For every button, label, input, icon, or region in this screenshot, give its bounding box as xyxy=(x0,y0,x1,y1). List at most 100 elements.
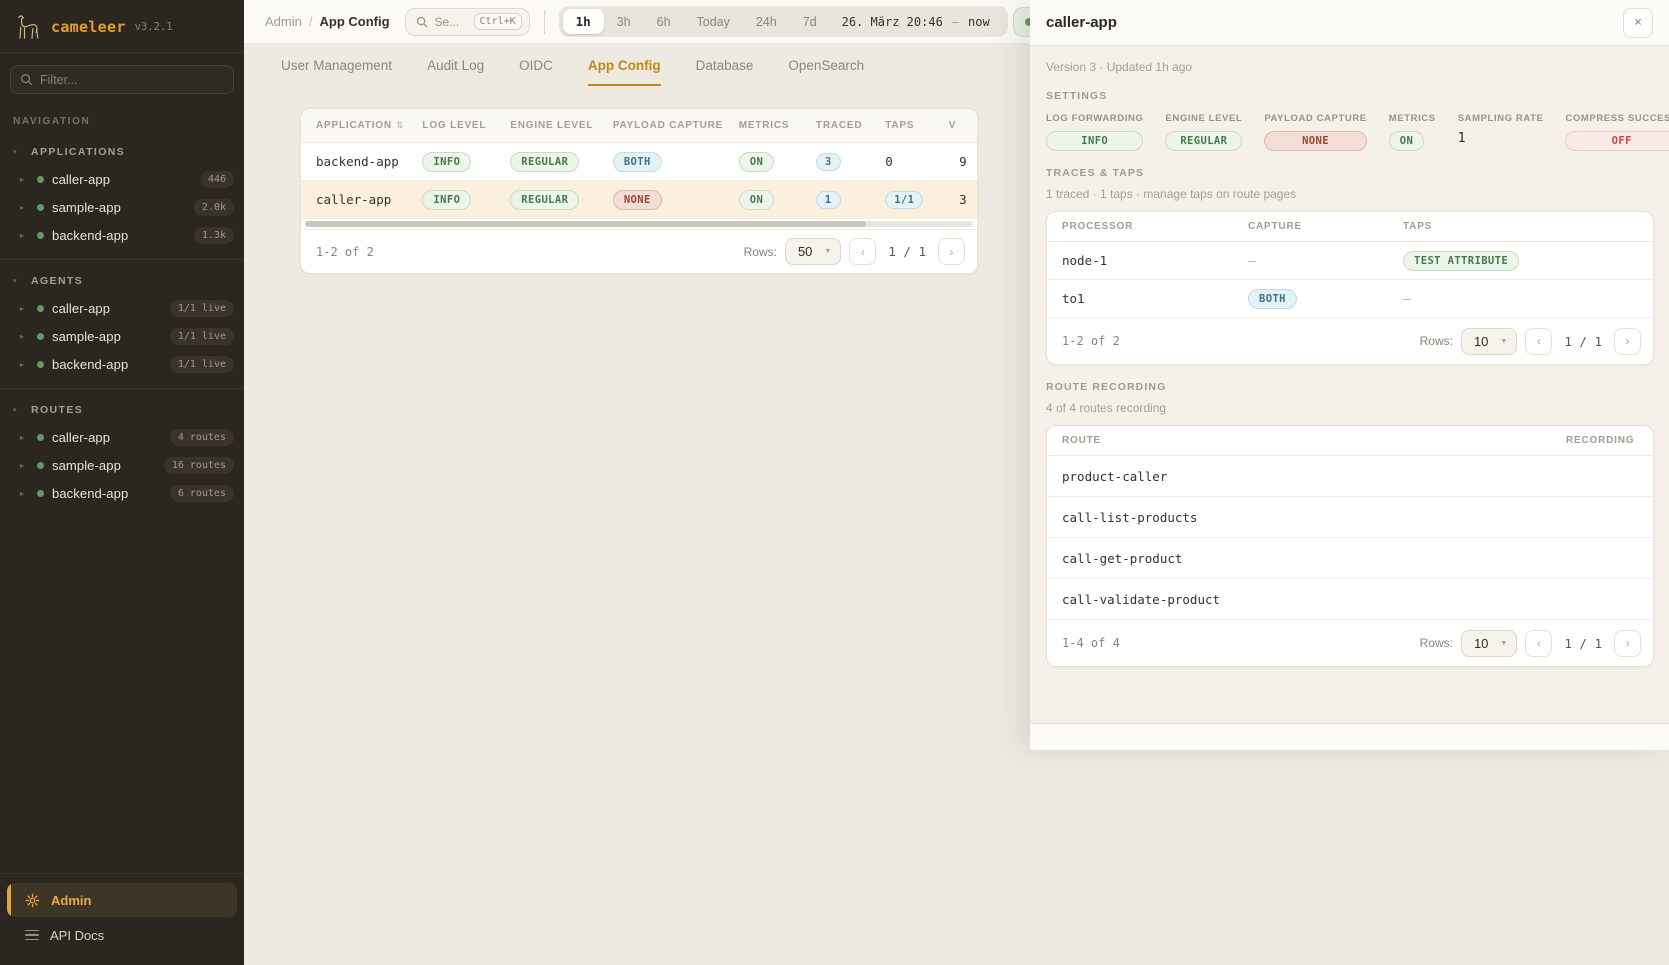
search-input[interactable] xyxy=(435,15,467,29)
table-header-row: PROCESSOR CAPTURE TAPS xyxy=(1047,212,1653,242)
field-compress-success: COMPRESS SUCCESS OFF xyxy=(1565,113,1669,151)
next-page-button[interactable]: › xyxy=(1614,328,1641,355)
rows-per-page-select[interactable]: 50 ▼ xyxy=(785,238,841,265)
sidebar-item-application[interactable]: ▸ caller-app 446 xyxy=(0,165,244,193)
list-icon xyxy=(25,930,39,941)
field-metrics: METRICS ON xyxy=(1389,113,1436,151)
sidebar-item-api-docs[interactable]: API Docs xyxy=(7,919,237,951)
rows-per-page-select[interactable]: 10 ▼ xyxy=(1461,328,1517,355)
prev-page-button[interactable]: ‹ xyxy=(1525,328,1552,355)
sidebar-item-route[interactable]: ▸ sample-app 16 routes xyxy=(0,451,244,479)
search-icon xyxy=(20,73,33,86)
column-header-payload-capture: PAYLOAD CAPTURE xyxy=(613,120,739,131)
routes-badge: 6 routes xyxy=(170,485,234,502)
table-header-row: ROUTE RECORDING xyxy=(1047,426,1653,456)
app-title: cameleer xyxy=(51,18,126,36)
time-range-1h[interactable]: 1h xyxy=(563,9,604,34)
sidebar-item-agent[interactable]: ▸ sample-app 1/1 live xyxy=(0,322,244,350)
chevron-right-icon[interactable]: ▸ xyxy=(20,175,29,184)
chevron-right-icon[interactable]: ▸ xyxy=(20,461,29,470)
horizontal-scrollbar[interactable] xyxy=(305,221,973,227)
table-row-backend-app[interactable]: backend-app INFO REGULAR BOTH ON 3 0 9 xyxy=(301,143,977,181)
table-row-to1[interactable]: to1 BOTH — xyxy=(1047,280,1653,318)
time-display[interactable]: 26. März 20:46 — now xyxy=(830,15,1004,29)
tab-opensearch[interactable]: OpenSearch xyxy=(788,58,864,86)
sidebar-item-application[interactable]: ▸ backend-app 1.3k xyxy=(0,221,244,249)
rows-per-page-select[interactable]: 10 ▼ xyxy=(1461,630,1517,657)
tab-audit-log[interactable]: Audit Log xyxy=(427,58,484,86)
table-row-node-1[interactable]: node-1 — TEST ATTRIBUTE xyxy=(1047,242,1653,280)
route-recording-meta: 4 of 4 routes recording xyxy=(1046,401,1653,415)
time-to: now xyxy=(968,15,990,29)
chevron-right-icon[interactable]: ▸ xyxy=(20,304,29,313)
chevron-right-icon[interactable]: ▸ xyxy=(20,203,29,212)
caret-down-icon: ▾ xyxy=(13,148,21,156)
log-level-badge: INFO xyxy=(422,190,471,210)
tab-database[interactable]: Database xyxy=(696,58,754,86)
chevron-right-icon[interactable]: ▸ xyxy=(20,433,29,442)
traces-table: PROCESSOR CAPTURE TAPS node-1 — TEST ATT… xyxy=(1046,211,1654,365)
drawer-title: caller-app xyxy=(1046,14,1117,31)
route-row-call-validate-product: call-validate-product xyxy=(1047,579,1653,620)
sort-icon[interactable]: ⇅ xyxy=(396,120,404,131)
taps-badge: 1/1 xyxy=(885,191,923,209)
sidebar-item-agent[interactable]: ▸ caller-app 1/1 live xyxy=(0,294,244,322)
time-range-6h[interactable]: 6h xyxy=(644,10,684,34)
sidebar-item-route[interactable]: ▸ caller-app 4 routes xyxy=(0,423,244,451)
chevron-right-icon[interactable]: ▸ xyxy=(20,332,29,341)
next-page-button[interactable]: › xyxy=(938,238,965,265)
breadcrumb-parent[interactable]: Admin xyxy=(265,14,302,29)
time-range-7d[interactable]: 7d xyxy=(790,10,830,34)
prev-page-button[interactable]: ‹ xyxy=(1525,630,1552,657)
time-range-3h[interactable]: 3h xyxy=(604,10,644,34)
tab-app-config[interactable]: App Config xyxy=(588,58,661,86)
nav-section-applications: ▾ APPLICATIONS ▸ caller-app 446 ▸ sample… xyxy=(0,131,244,259)
table-footer: 1-4 of 4 Rows: 10 ▼ ‹ 1 / 1 › xyxy=(1047,620,1653,666)
column-header-application[interactable]: APPLICATION⇅ xyxy=(316,120,422,131)
scrollbar-thumb[interactable] xyxy=(305,221,866,227)
count-badge: 446 xyxy=(200,171,234,188)
sidebar-item-admin[interactable]: Admin xyxy=(7,883,237,917)
time-range-control: 1h 3h 6h Today 24h 7d 26. März 20:46 — n… xyxy=(559,6,1008,37)
status-dot xyxy=(37,490,44,497)
filter-input[interactable] xyxy=(40,73,224,87)
tab-user-management[interactable]: User Management xyxy=(281,58,392,86)
toggle-knob xyxy=(1548,519,1564,535)
row-range-text: 1-2 of 2 xyxy=(1062,334,1120,348)
column-header-log-level: LOG LEVEL xyxy=(422,120,510,131)
live-badge: 1/1 live xyxy=(170,356,234,373)
page-indicator: 1 / 1 xyxy=(888,244,926,259)
status-dot xyxy=(37,333,44,340)
version-meta: Version 3 · Updated 1h ago xyxy=(1046,60,1653,74)
sidebar-item-route[interactable]: ▸ backend-app 6 routes xyxy=(0,479,244,507)
sidebar-filter[interactable] xyxy=(10,65,234,94)
sidebar-footer: Admin API Docs xyxy=(0,873,244,965)
chevron-right-icon[interactable]: ▸ xyxy=(20,231,29,240)
camel-logo-icon xyxy=(12,13,42,40)
next-page-button[interactable]: › xyxy=(1614,630,1641,657)
time-range-24h[interactable]: 24h xyxy=(743,10,790,34)
sidebar-item-application[interactable]: ▸ sample-app 2.0k xyxy=(0,193,244,221)
status-dot xyxy=(37,204,44,211)
section-header-agents[interactable]: ▾ AGENTS xyxy=(0,268,244,294)
column-header-processor: PROCESSOR xyxy=(1062,221,1248,232)
time-range-today[interactable]: Today xyxy=(684,10,743,34)
metrics-badge: ON xyxy=(739,152,774,172)
section-header-applications[interactable]: ▾ APPLICATIONS xyxy=(0,139,244,165)
table-row-caller-app[interactable]: caller-app INFO REGULAR NONE ON 1 1/1 3 xyxy=(301,181,977,219)
nav-section-agents: ▾ AGENTS ▸ caller-app 1/1 live ▸ sample-… xyxy=(0,259,244,388)
toggle-knob xyxy=(1548,560,1564,576)
section-header-routes[interactable]: ▾ ROUTES xyxy=(0,397,244,423)
chevron-right-icon[interactable]: ▸ xyxy=(20,489,29,498)
chevron-right-icon[interactable]: ▸ xyxy=(20,360,29,369)
status-dot xyxy=(37,176,44,183)
log-forwarding-badge: INFO xyxy=(1046,131,1143,151)
live-badge: 1/1 live xyxy=(170,328,234,345)
divider xyxy=(544,10,545,34)
global-search[interactable]: Ctrl+K xyxy=(405,8,530,36)
close-icon[interactable]: × xyxy=(1623,8,1653,38)
prev-page-button[interactable]: ‹ xyxy=(849,238,876,265)
caret-down-icon: ▼ xyxy=(1500,640,1507,647)
tab-oidc[interactable]: OIDC xyxy=(519,58,553,86)
sidebar-item-agent[interactable]: ▸ backend-app 1/1 live xyxy=(0,350,244,378)
